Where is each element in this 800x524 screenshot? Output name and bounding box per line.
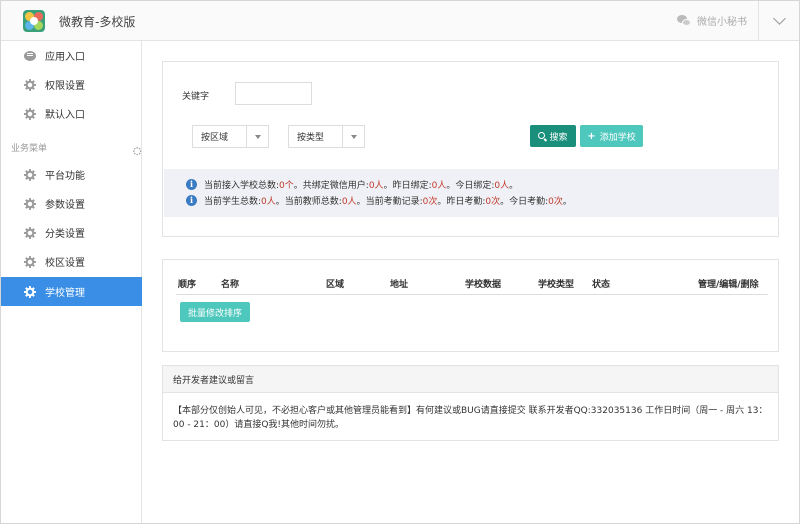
stat-text: 。今日考勤: [500, 196, 549, 207]
sidebar-item-label: 参数设置 [45, 200, 85, 211]
stat-text: 。昨日绑定: [383, 180, 432, 191]
chevron-down-icon [772, 12, 786, 25]
keyword-label: 关键字 [182, 92, 210, 102]
sidebar-item-label: 应用入口 [45, 52, 85, 63]
plus-icon: + [587, 130, 596, 142]
gear-icon [23, 226, 36, 239]
sidebar-item-label: 平台功能 [45, 171, 85, 182]
sidebar-item-app-entry[interactable]: 应用入口 [1, 41, 142, 70]
header-dropdown-button[interactable] [759, 1, 799, 41]
keyword-input[interactable] [235, 82, 312, 105]
sidebar-item-categories[interactable]: 分类设置 [1, 218, 142, 247]
type-select-value: 按类型 [297, 133, 325, 143]
region-select-value: 按区域 [201, 133, 229, 143]
column-header-status[interactable]: 状态 [592, 277, 610, 290]
gear-icon [23, 285, 36, 298]
column-header-name[interactable]: 名称 [221, 277, 239, 290]
stat-yesterday-bind: 0人 [431, 180, 447, 191]
school-table-panel: 顺序 名称 区域 地址 学校数据 学校类型 状态 管理/编辑/删除 批量修改排序 [162, 259, 779, 352]
sidebar-item-label: 权限设置 [45, 81, 85, 92]
type-select[interactable]: 按类型 [288, 125, 365, 148]
gear-icon [23, 78, 36, 91]
stat-wechat-users: 0人 [368, 180, 384, 191]
stat-text: 。 [509, 180, 519, 191]
feedback-body: 【本部分仅创始人可见，不必担心客户或其他管理员能看到】有何建议或BUG请直接提交… [173, 406, 768, 430]
search-button[interactable]: 搜索 [530, 125, 576, 147]
stat-yesterday-attendance: 0次 [485, 196, 501, 207]
sidebar-item-label: 默认入口 [45, 110, 85, 121]
add-school-button[interactable]: + 添加学校 [580, 125, 643, 147]
stat-attendance-records: 0次 [422, 196, 438, 207]
wechat-icon [677, 14, 691, 27]
chat-bubble-icon [23, 49, 36, 62]
gear-icon [23, 255, 36, 268]
feedback-title: 给开发者建议或留言 [163, 366, 778, 393]
sidebar-item-label: 校区设置 [45, 258, 85, 269]
sidebar-item-platform-functions[interactable]: 平台功能 [1, 160, 142, 189]
stat-teacher-count: 0人 [341, 196, 357, 207]
column-header-school-data[interactable]: 学校数据 [465, 277, 501, 290]
stat-today-bind: 0人 [494, 180, 510, 191]
sidebar: 应用入口 权限设置 默认入口 业务菜单 平台功能 参数设置 分类设置 校区设置 … [1, 41, 142, 523]
app-title: 微教育-多校版 [59, 15, 136, 29]
column-header-school-type[interactable]: 学校类型 [538, 277, 574, 290]
search-panel: 关键字 按区域 按类型 搜索 + 添加学校 i 当前接入学校总数: 0个 。共绑… [162, 61, 779, 237]
stat-text: 。当前考勤记录: [356, 196, 423, 207]
sidebar-item-label: 分类设置 [45, 229, 85, 240]
search-button-label: 搜索 [549, 132, 568, 143]
column-header-order[interactable]: 顺序 [178, 277, 196, 290]
gear-icon [23, 168, 36, 181]
stat-text: 。昨日考勤: [437, 196, 486, 207]
section-label-text: 业务菜单 [11, 143, 48, 154]
stat-student-count: 0人 [261, 196, 276, 207]
stat-text: 。共绑定微信用户: [293, 180, 369, 191]
search-icon [538, 131, 546, 139]
sidebar-item-label: 学校管理 [45, 288, 85, 299]
sidebar-item-default-entry[interactable]: 默认入口 [1, 99, 142, 128]
feedback-panel: 给开发者建议或留言 【本部分仅创始人可见，不必担心客户或其他管理员能看到】有何建… [162, 365, 779, 441]
sidebar-item-school-management[interactable]: 学校管理 [1, 277, 142, 306]
wechat-assistant-link[interactable]: 微信小秘书 [677, 13, 747, 28]
gear-icon [23, 107, 36, 120]
wechat-label: 微信小秘书 [697, 17, 747, 28]
caret-down-icon [246, 126, 268, 147]
batch-sort-button[interactable]: 批量修改排序 [180, 302, 250, 322]
table-header: 顺序 名称 区域 地址 学校数据 学校类型 状态 管理/编辑/删除 [176, 275, 768, 295]
stat-text: 。当前教师总数: [275, 196, 342, 207]
column-header-actions[interactable]: 管理/编辑/删除 [698, 277, 759, 290]
stat-text: 。今日绑定: [446, 180, 495, 191]
column-header-address[interactable]: 地址 [390, 277, 408, 290]
sidebar-item-permissions[interactable]: 权限设置 [1, 70, 142, 99]
caret-down-icon [342, 126, 364, 147]
sidebar-item-parameters[interactable]: 参数设置 [1, 189, 142, 218]
sidebar-item-campus[interactable]: 校区设置 [1, 247, 142, 276]
top-header: 微教育-多校版 微信小秘书 [1, 1, 799, 41]
stats-line-schools: i 当前接入学校总数: 0个 。共绑定微信用户: 0人 。昨日绑定: 0人 。今… [186, 177, 518, 191]
gear-icon [23, 197, 36, 210]
app-window: 微教育-多校版 微信小秘书 应用入口 权限设置 默认入口 业务菜单 平台功能 参… [0, 0, 800, 524]
sidebar-section-label: 业务菜单 [11, 140, 133, 154]
stat-text: 。 [562, 196, 572, 207]
stat-text: 当前学生总数: [204, 196, 262, 207]
add-school-button-label: 添加学校 [599, 132, 636, 143]
stats-info-strip: i 当前接入学校总数: 0个 。共绑定微信用户: 0人 。昨日绑定: 0人 。今… [164, 169, 779, 217]
stat-school-count: 0个 [279, 180, 294, 191]
stat-today-attendance: 0次 [548, 196, 563, 207]
column-header-region[interactable]: 区域 [326, 277, 344, 290]
region-select[interactable]: 按区域 [192, 125, 269, 148]
info-icon: i [186, 194, 197, 206]
stats-line-students: i 当前学生总数: 0人 。当前教师总数: 0人 。当前考勤记录: 0次 。昨日… [186, 193, 572, 207]
app-logo-icon [23, 10, 45, 32]
info-icon: i [186, 178, 197, 190]
stat-text: 当前接入学校总数: [204, 180, 280, 191]
